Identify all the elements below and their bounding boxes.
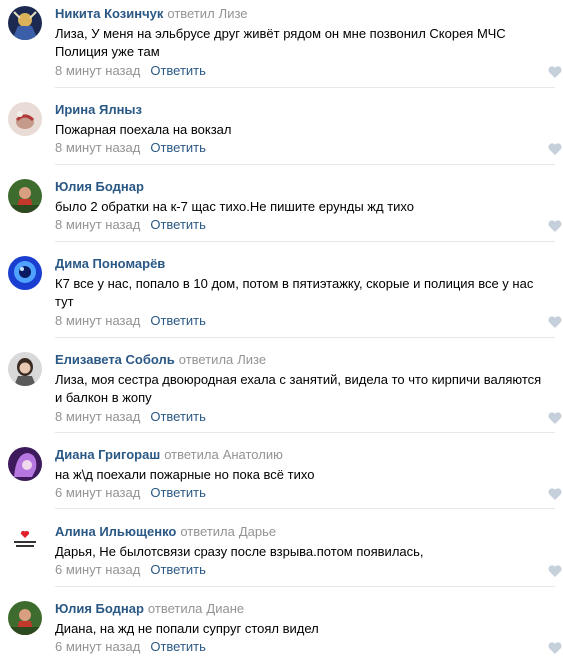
- divider: [55, 508, 555, 509]
- divider: [55, 432, 555, 433]
- heart-icon[interactable]: [548, 565, 562, 577]
- reply-to-link[interactable]: Лизе: [237, 352, 266, 367]
- comment-text: К7 все у нас, попало в 10 дом, потом в п…: [55, 276, 534, 309]
- comment-author[interactable]: Ирина Ялныз: [55, 102, 142, 117]
- comment-author[interactable]: Дима Пономарёв: [55, 256, 165, 271]
- heart-icon[interactable]: [548, 316, 562, 328]
- reply-button[interactable]: Ответить: [150, 217, 206, 232]
- divider: [55, 241, 555, 242]
- comment-text: на ж\д поехали пожарные но пока всё тихо: [55, 467, 315, 482]
- reply-to-link[interactable]: Дарье: [239, 524, 276, 539]
- divider: [55, 164, 555, 165]
- avatar[interactable]: [8, 352, 42, 386]
- avatar[interactable]: [8, 447, 42, 481]
- comment-time[interactable]: 8 минут назад: [55, 409, 140, 424]
- divider: [55, 87, 555, 88]
- heart-icon[interactable]: [548, 143, 562, 155]
- comment-text: было 2 обратки на к-7 щас тихо.Не пишите…: [55, 199, 414, 214]
- replied-label: ответила: [180, 524, 235, 539]
- comment-author[interactable]: Елизавета Соболь: [55, 352, 175, 367]
- comment-author[interactable]: Алина Ильющенко: [55, 524, 176, 539]
- comment-text: Лиза, моя сестра двоюродная ехала с заня…: [55, 372, 542, 405]
- comment-time[interactable]: 8 минут назад: [55, 217, 140, 232]
- comment-text: Дарья, Не былотсвязи сразу после взрыва.…: [55, 544, 424, 559]
- replied-label: ответил: [167, 6, 215, 21]
- replied-label: ответила: [164, 447, 219, 462]
- reply-button[interactable]: Ответить: [150, 63, 206, 78]
- reply-button[interactable]: Ответить: [150, 409, 206, 424]
- comment-time[interactable]: 8 минут назад: [55, 63, 140, 78]
- reply-to-link[interactable]: Лизе: [219, 6, 248, 21]
- reply-to-link[interactable]: Анатолию: [223, 447, 283, 462]
- heart-icon[interactable]: [548, 220, 562, 232]
- comment-text: Пожарная поехала на вокзал: [55, 122, 232, 137]
- avatar[interactable]: [8, 601, 42, 635]
- avatar[interactable]: [8, 6, 42, 40]
- avatar[interactable]: [8, 256, 42, 290]
- comment-author[interactable]: Никита Козинчук: [55, 6, 163, 21]
- comment-author[interactable]: Юлия Боднар: [55, 179, 144, 194]
- comment-author[interactable]: Диана Григораш: [55, 447, 160, 462]
- reply-button[interactable]: Ответить: [150, 639, 206, 654]
- heart-icon[interactable]: [548, 412, 562, 424]
- comment-text: Лиза, У меня на эльбрусе друг живёт рядо…: [55, 26, 506, 59]
- reply-button[interactable]: Ответить: [150, 562, 206, 577]
- comment-time[interactable]: 6 минут назад: [55, 639, 140, 654]
- heart-icon[interactable]: [548, 488, 562, 500]
- comment-author[interactable]: Юлия Боднар: [55, 601, 144, 616]
- reply-to-link[interactable]: Диане: [206, 601, 244, 616]
- heart-icon[interactable]: [548, 642, 562, 654]
- comment-time[interactable]: 6 минут назад: [55, 485, 140, 500]
- divider: [55, 586, 555, 587]
- comment-time[interactable]: 8 минут назад: [55, 313, 140, 328]
- avatar[interactable]: [8, 524, 42, 558]
- reply-button[interactable]: Ответить: [150, 140, 206, 155]
- heart-icon[interactable]: [548, 66, 562, 78]
- replied-label: ответила: [147, 601, 203, 616]
- comment-text: Диана, на жд не попали супруг стоял виде…: [55, 621, 319, 636]
- reply-button[interactable]: Ответить: [150, 313, 206, 328]
- replied-label: ответила: [178, 352, 234, 367]
- comment-time[interactable]: 6 минут назад: [55, 562, 140, 577]
- divider: [55, 337, 555, 338]
- avatar[interactable]: [8, 179, 42, 213]
- comment-time[interactable]: 8 минут назад: [55, 140, 140, 155]
- reply-button[interactable]: Ответить: [150, 485, 206, 500]
- avatar[interactable]: [8, 102, 42, 136]
